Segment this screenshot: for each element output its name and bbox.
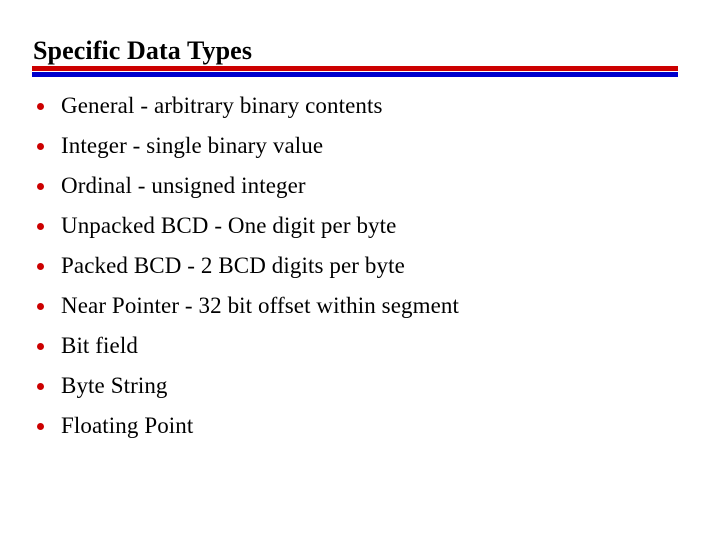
slide-canvas: Specific Data Types General - arbitrary … [0,0,720,540]
list-item-label: Integer - single binary value [61,133,324,158]
list-item: Floating Point [33,406,693,446]
bullet-dot-icon [37,343,44,350]
bullet-list: General - arbitrary binary contents Inte… [33,86,693,446]
list-item-label: General - arbitrary binary contents [61,93,383,118]
bullet-dot-icon [37,223,44,230]
list-item-label: Near Pointer - 32 bit offset within segm… [61,293,459,318]
bullet-dot-icon [37,423,44,430]
list-item-label: Floating Point [61,413,194,438]
list-item-label: Bit field [61,333,138,358]
list-item: Near Pointer - 32 bit offset within segm… [33,286,693,326]
list-item: Integer - single binary value [33,126,693,166]
bullet-dot-icon [37,383,44,390]
list-item: Unpacked BCD - One digit per byte [33,206,693,246]
list-item: Ordinal - unsigned integer [33,166,693,206]
bullet-dot-icon [37,103,44,110]
bullet-dot-icon [37,263,44,270]
bullet-dot-icon [37,143,44,150]
list-item-label: Unpacked BCD - One digit per byte [61,213,397,238]
list-item: General - arbitrary binary contents [33,86,693,126]
page-title: Specific Data Types [33,36,253,65]
list-item-label: Ordinal - unsigned integer [61,173,306,198]
list-item: Byte String [33,366,693,406]
list-item-label: Byte String [61,373,168,398]
bullet-dot-icon [37,303,44,310]
list-item: Bit field [33,326,693,366]
list-item: Packed BCD - 2 BCD digits per byte [33,246,693,286]
list-item-label: Packed BCD - 2 BCD digits per byte [61,253,405,278]
bullet-dot-icon [37,183,44,190]
title-divider-blue-rule [32,72,678,77]
title-divider-red-rule [32,66,678,71]
